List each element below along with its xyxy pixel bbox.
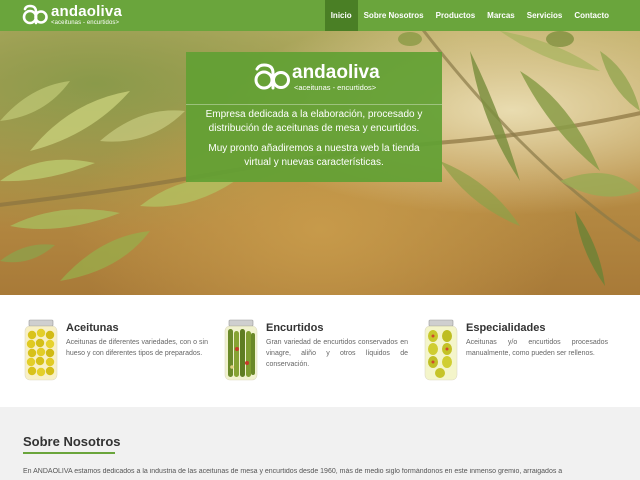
specialties-jar-icon — [424, 319, 458, 381]
nav-item-servicios[interactable]: Servicios — [521, 0, 569, 31]
about-text: En ANDAOLIVA estamos dedicados a la indu… — [23, 468, 563, 475]
brand-logo[interactable]: andaoliva <aceitunas - encurtidos> — [22, 1, 122, 29]
nav-item-productos[interactable]: Productos — [430, 0, 482, 31]
andaoliva-logo-icon — [254, 63, 290, 90]
nav-item-inicio[interactable]: Inicio — [324, 0, 358, 31]
feature-text: Gran variedad de encurtidos conservados … — [266, 339, 408, 368]
hero-logo-name: andaoliva — [292, 61, 380, 83]
feature-title: Especialidades — [466, 322, 546, 334]
brand-tagline: <aceitunas - encurtidos> — [51, 20, 120, 26]
olive-jar-icon — [24, 319, 58, 381]
hero-logo-tagline: <aceitunas - encurtidos> — [294, 82, 377, 92]
nav-item-sobre-nosotros[interactable]: Sobre Nosotros — [358, 0, 430, 31]
andaoliva-logo-icon — [22, 3, 48, 27]
main-nav: Inicio Sobre Nosotros Productos Marcas S… — [324, 0, 615, 31]
hero-logo: andaoliva <aceitunas - encurtidos> — [254, 62, 380, 92]
about-title: Sobre Nosotros — [23, 434, 121, 449]
hero-announcement: Muy pronto añadiremos a nuestra web la t… — [208, 143, 420, 168]
feature-title: Encurtidos — [266, 322, 324, 334]
nav-item-contacto[interactable]: Contacto — [568, 0, 615, 31]
feature-especialidades: Especialidades Aceitunas y/o encurtidos … — [423, 319, 613, 389]
about-title-underline — [23, 452, 115, 454]
hero-divider — [186, 104, 442, 105]
pickles-jar-icon — [224, 319, 258, 381]
feature-title: Aceitunas — [66, 322, 119, 334]
feature-text: Aceitunas y/o encurtidos procesados manu… — [466, 339, 608, 357]
hero-info-box: andaoliva <aceitunas - encurtidos> Empre… — [186, 52, 442, 182]
feature-encurtidos: Encurtidos Gran variedad de encurtidos c… — [223, 319, 413, 389]
about-section: Sobre Nosotros En ANDAOLIVA estamos dedi… — [0, 407, 640, 480]
features-section: Aceitunas Aceitunas de diferentes varied… — [0, 295, 640, 407]
hero-banner: andaoliva <aceitunas - encurtidos> Empre… — [0, 31, 640, 295]
hero-description: Empresa dedicada a la elaboración, proce… — [205, 109, 423, 134]
top-navbar: andaoliva <aceitunas - encurtidos> Inici… — [0, 0, 640, 31]
feature-text: Aceitunas de diferentes variedades, con … — [66, 339, 208, 357]
nav-item-marcas[interactable]: Marcas — [481, 0, 521, 31]
brand-name: andaoliva — [51, 3, 122, 20]
feature-aceitunas: Aceitunas Aceitunas de diferentes varied… — [23, 319, 213, 389]
